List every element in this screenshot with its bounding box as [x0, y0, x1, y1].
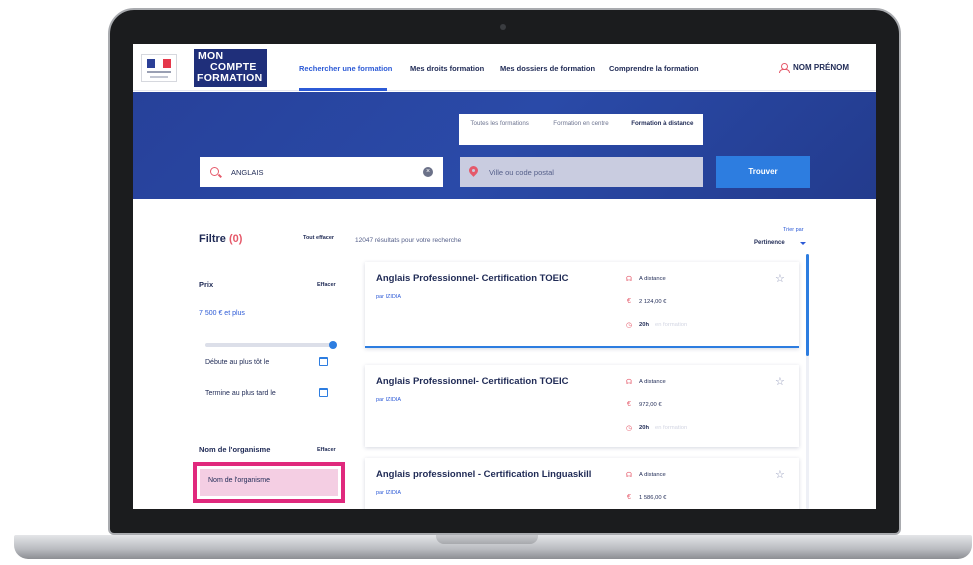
- result-mode-text: A distance: [639, 276, 666, 282]
- government-logo[interactable]: [141, 54, 177, 82]
- tab-toutes-formations[interactable]: Toutes les formations: [459, 114, 540, 145]
- organisme-highlight: Nom de l'organisme: [193, 462, 345, 503]
- result-card[interactable]: Anglais Professionnel- Certification TOE…: [365, 262, 799, 348]
- chevron-down-icon[interactable]: [800, 242, 806, 245]
- clock-icon: ◷: [625, 322, 633, 329]
- result-title[interactable]: Anglais Professionnel- Certification TOE…: [376, 273, 569, 284]
- flag-icon: [147, 59, 171, 68]
- user-icon: [779, 63, 790, 73]
- result-duration-note: en formation: [655, 322, 688, 328]
- result-mode-text: A distance: [639, 379, 666, 385]
- clock-icon: ◷: [625, 425, 633, 432]
- result-title[interactable]: Anglais Professionnel- Certification TOE…: [376, 376, 569, 387]
- result-duration: ◷ 20h en formation: [625, 424, 687, 432]
- results-count: 12047 résultats pour votre recherche: [355, 237, 462, 244]
- results-scrollbar[interactable]: [806, 254, 809, 356]
- stage: MON COMPTE FORMATION Rechercher une form…: [0, 0, 973, 565]
- euro-icon: €: [627, 298, 631, 305]
- start-date-label: Débute au plus tôt le: [205, 359, 270, 366]
- star-icon[interactable]: ☆: [775, 272, 785, 285]
- euro-icon: €: [627, 401, 631, 408]
- laptop-notch: [436, 535, 538, 544]
- result-price: €972,00 €: [625, 401, 662, 408]
- euro-icon: €: [627, 494, 631, 501]
- sort-select[interactable]: Pertinence: [754, 240, 785, 246]
- result-card[interactable]: Anglais Professionnel- Certification TOE…: [365, 365, 799, 447]
- screen: MON COMPTE FORMATION Rechercher une form…: [133, 44, 876, 509]
- result-duration-text: 20h: [639, 425, 649, 431]
- result-card[interactable]: Anglais professionnel - Certification Li…: [365, 458, 799, 509]
- result-price-text: 2 124,00 €: [639, 298, 667, 305]
- card-selected-indicator: [365, 346, 799, 348]
- tab-formation-distance[interactable]: Formation à distance: [622, 114, 703, 145]
- logo-line: [147, 71, 171, 73]
- end-date-label: Termine au plus tard le: [205, 390, 276, 397]
- organisme-filter-title: Nom de l'organisme: [199, 445, 271, 454]
- headphones-icon: ☊: [625, 276, 633, 283]
- nav-comprendre[interactable]: Comprendre la formation: [609, 64, 699, 73]
- search-button[interactable]: Trouver: [716, 156, 810, 188]
- logo-line: [150, 76, 168, 78]
- result-mode: ☊ A distance: [625, 471, 666, 479]
- result-price-text: 972,00 €: [639, 401, 662, 408]
- result-price-text: 1 586,00 €: [639, 494, 667, 501]
- result-duration-note: en formation: [655, 425, 688, 431]
- price-slider[interactable]: [205, 343, 335, 347]
- search-icon: [210, 166, 221, 178]
- result-duration: ◷ 20h en formation: [625, 321, 687, 329]
- tab-formation-centre[interactable]: Formation en centre: [540, 114, 621, 145]
- result-mode: ☊ A distance: [625, 275, 666, 283]
- start-calendar-icon[interactable]: [319, 357, 328, 366]
- search-field[interactable]: ANGLAIS ×: [200, 157, 443, 187]
- brand-logo[interactable]: MON COMPTE FORMATION: [194, 49, 267, 87]
- result-title[interactable]: Anglais professionnel - Certification Li…: [376, 469, 591, 480]
- price-filter-title: Prix: [199, 280, 214, 289]
- clear-all-button[interactable]: Tout effacer: [303, 235, 334, 241]
- nav-rechercher-formation[interactable]: Rechercher une formation: [299, 64, 392, 73]
- nav-mes-droits[interactable]: Mes droits formation: [410, 64, 484, 73]
- top-header: MON COMPTE FORMATION Rechercher une form…: [133, 44, 876, 91]
- filter-title: Filtre (0): [199, 233, 242, 245]
- active-nav-indicator: [299, 88, 387, 91]
- camera: [500, 24, 506, 30]
- result-organisme: par IZIDIA: [376, 397, 402, 403]
- filter-title-text: Filtre: [199, 233, 226, 245]
- price-clear-button[interactable]: Effacer: [317, 282, 336, 288]
- result-duration-text: 20h: [639, 322, 649, 328]
- sort-label: Trier par: [783, 227, 804, 233]
- result-organisme: par IZIDIA: [376, 294, 402, 300]
- organisme-input[interactable]: Nom de l'organisme: [200, 469, 338, 496]
- price-value: 7 500 € et plus: [199, 310, 245, 317]
- formation-type-tabs: Toutes les formations Formation en centr…: [459, 114, 703, 145]
- clear-icon[interactable]: ×: [423, 167, 433, 177]
- search-input[interactable]: ANGLAIS: [231, 168, 423, 177]
- result-mode-text: A distance: [639, 472, 666, 478]
- location-input[interactable]: Ville ou code postal: [489, 168, 554, 177]
- result-organisme: par IZIDIA: [376, 490, 402, 496]
- star-icon[interactable]: ☆: [775, 468, 785, 481]
- location-field[interactable]: Ville ou code postal: [460, 157, 703, 187]
- organisme-clear-button[interactable]: Effacer: [317, 447, 336, 453]
- user-name: NOM PRÉNOM: [793, 63, 849, 72]
- nav-mes-dossiers[interactable]: Mes dossiers de formation: [500, 64, 595, 73]
- headphones-icon: ☊: [625, 379, 633, 386]
- result-price: €2 124,00 €: [625, 298, 666, 305]
- brand-word: FORMATION: [197, 72, 263, 84]
- end-calendar-icon[interactable]: [319, 388, 328, 397]
- filter-count: (0): [228, 233, 243, 245]
- result-mode: ☊ A distance: [625, 378, 666, 386]
- user-menu[interactable]: NOM PRÉNOM: [779, 63, 849, 73]
- headphones-icon: ☊: [625, 472, 633, 479]
- star-icon[interactable]: ☆: [775, 375, 785, 388]
- location-pin-icon: [469, 166, 478, 178]
- search-banner: Toutes les formations Formation en centr…: [133, 92, 876, 199]
- result-price: €1 586,00 €: [625, 494, 666, 501]
- price-slider-thumb[interactable]: [329, 341, 337, 349]
